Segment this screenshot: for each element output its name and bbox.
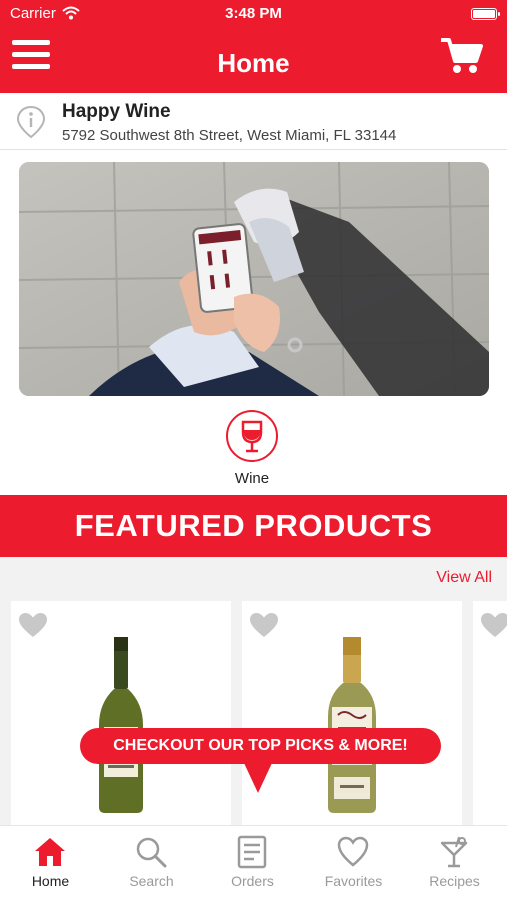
app-header: Carrier 3:48 PM Home (0, 0, 507, 93)
page-title: Home (217, 48, 290, 78)
wine-bottle-image (328, 637, 376, 813)
store-info-bar[interactable]: Happy Wine 5792 Southwest 8th Street, We… (0, 93, 507, 150)
wine-bottle-image (99, 637, 143, 813)
cocktail-icon (440, 836, 468, 868)
tab-label: Recipes (429, 873, 480, 889)
product-card[interactable] (11, 601, 231, 825)
bottom-tab-bar: Home Search Orders Favorites Recipes (0, 825, 507, 900)
callout-pointer (244, 763, 272, 793)
search-icon (136, 837, 167, 868)
tab-recipes[interactable]: Recipes (404, 826, 505, 900)
banner-photo (19, 162, 489, 396)
product-card[interactable] (242, 601, 462, 825)
tab-home[interactable]: Home (0, 826, 101, 900)
status-bar: Carrier 3:48 PM (0, 0, 507, 28)
store-name: Happy Wine (62, 101, 171, 122)
battery-icon (471, 8, 500, 20)
tab-search[interactable]: Search (101, 826, 202, 900)
heart-icon (337, 836, 369, 867)
featured-title: FEATURED PRODUCTS (74, 508, 433, 543)
top-picks-callout[interactable]: CHECKOUT OUR TOP PICKS & MORE! (80, 728, 441, 764)
tab-label: Favorites (324, 873, 383, 889)
orders-icon (237, 835, 267, 869)
tab-favorites[interactable]: Favorites (303, 826, 404, 900)
status-time: 3:48 PM (225, 5, 282, 22)
favorite-heart-icon[interactable] (248, 611, 280, 639)
category-label: Wine (234, 470, 270, 487)
favorite-heart-icon[interactable] (17, 611, 49, 639)
promo-banner-image[interactable] (19, 162, 489, 396)
category-wine[interactable]: Wine (212, 410, 292, 490)
favorite-heart-icon[interactable] (479, 611, 507, 639)
tab-label: Search (129, 873, 174, 889)
location-info-icon (16, 105, 46, 139)
tab-label: Home (31, 873, 70, 889)
tab-label: Orders (231, 873, 274, 889)
home-icon (35, 838, 65, 866)
view-all-link[interactable]: View All (436, 569, 492, 587)
shopping-cart-icon[interactable] (441, 36, 483, 76)
product-card[interactable] (473, 601, 507, 825)
featured-products-header: FEATURED PRODUCTS (0, 495, 507, 557)
store-address: 5792 Southwest 8th Street, West Miami, F… (62, 127, 397, 144)
wine-glass-icon (226, 410, 278, 462)
tab-orders[interactable]: Orders (202, 826, 303, 900)
